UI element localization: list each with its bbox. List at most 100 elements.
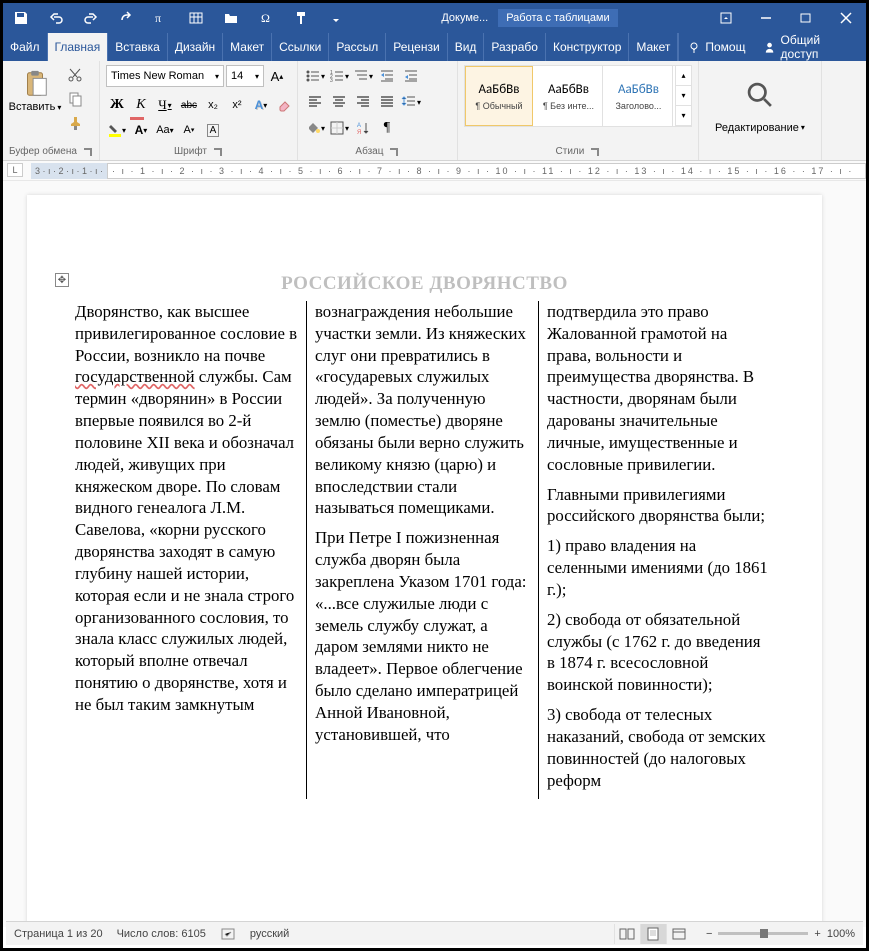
tab-design[interactable]: Дизайн (168, 33, 223, 61)
strike-button[interactable]: abc (178, 94, 200, 116)
launcher-icon[interactable] (389, 147, 399, 157)
italic-button[interactable]: К (130, 94, 152, 116)
align-right-button[interactable] (352, 91, 374, 113)
line-spacing-button[interactable]: ▾ (400, 91, 422, 113)
align-center-button[interactable] (328, 91, 350, 113)
tab-references[interactable]: Ссылки (272, 33, 329, 61)
tab-table-layout[interactable]: Макет (629, 33, 678, 61)
page-count[interactable]: Страница 1 из 20 (14, 928, 103, 940)
launcher-icon[interactable] (590, 147, 600, 157)
tab-table-design[interactable]: Конструктор (546, 33, 629, 61)
shrink-font-button[interactable]: A▾ (178, 119, 200, 141)
paste-button[interactable]: Вставить▾ (9, 65, 61, 117)
share-button[interactable]: Общий доступ (753, 33, 866, 61)
tab-insert[interactable]: Вставка (108, 33, 168, 61)
style-normal[interactable]: АаБбВв ¶ Обычный (465, 66, 533, 126)
launcher-icon[interactable] (83, 147, 93, 157)
redo2-button[interactable] (108, 3, 143, 33)
superscript-button[interactable]: x² (226, 94, 248, 116)
find-button[interactable] (745, 76, 775, 114)
dec-indent-button[interactable] (376, 65, 398, 87)
maximize-button[interactable] (786, 3, 826, 33)
style-no-spacing[interactable]: АаБбВв ¶ Без инте... (535, 66, 603, 126)
style-heading1[interactable]: АаБбВв Заголово... (605, 66, 673, 126)
inc-indent-button[interactable] (400, 65, 422, 87)
qat-more-button[interactable] (318, 3, 353, 33)
font-name-combo[interactable]: Times New Roman▾ (106, 65, 224, 87)
svg-text:π: π (155, 11, 161, 25)
cut-button[interactable] (65, 65, 85, 85)
text-effects-button[interactable]: A▾ (250, 94, 272, 116)
svg-text:3: 3 (330, 78, 333, 84)
zoom-out-button[interactable]: − (706, 928, 712, 940)
tab-selector[interactable]: L (7, 163, 23, 177)
print-layout-button[interactable] (640, 924, 666, 944)
format-brush-button[interactable] (283, 3, 318, 33)
highlight-button[interactable]: ▾ (106, 119, 128, 141)
symbol-button[interactable]: Ω (248, 3, 283, 33)
tab-layout[interactable]: Макет (223, 33, 272, 61)
equation-button[interactable]: π (143, 3, 178, 33)
page[interactable]: ✥ РОССИЙСКОЕ ДВОРЯНСТВО Дворянство, как … (27, 195, 822, 927)
subscript-button[interactable]: x₂ (202, 94, 224, 116)
styles-gallery[interactable]: АаБбВв ¶ Обычный АаБбВв ¶ Без инте... Аа… (464, 65, 692, 127)
zoom-in-button[interactable]: + (814, 928, 820, 940)
horizontal-ruler[interactable]: L 3 · ı · 2 · ı · 1 · ı · · ı · 1 · ı · … (3, 161, 866, 181)
bullets-button[interactable]: ▾ (304, 65, 326, 87)
minimize-button[interactable] (746, 3, 786, 33)
ribbon-options-button[interactable] (706, 3, 746, 33)
char-border-button[interactable]: A (202, 119, 224, 141)
word-count[interactable]: Число слов: 6105 (117, 928, 206, 940)
table-move-handle[interactable]: ✥ (55, 273, 69, 287)
launcher-icon[interactable] (213, 147, 223, 157)
change-case-button[interactable]: Aa▾ (154, 119, 176, 141)
zoom-slider[interactable] (718, 932, 808, 935)
clear-format-button[interactable] (274, 94, 296, 116)
font-size-combo[interactable]: 14▾ (226, 65, 264, 87)
tab-developer[interactable]: Разрабо (484, 33, 546, 61)
grow-font-button[interactable]: A▴ (266, 65, 288, 87)
tab-home[interactable]: Главная (48, 33, 109, 61)
styles-more-button[interactable]: ▴ ▾ ▾ (675, 66, 691, 126)
spelling-error[interactable]: государственной (75, 367, 195, 386)
copy-button[interactable] (65, 89, 85, 109)
language[interactable]: русский (250, 928, 289, 940)
redo-button[interactable] (73, 3, 108, 33)
spellcheck-icon[interactable] (220, 926, 236, 942)
document-area[interactable]: ✥ РОССИЙСКОЕ ДВОРЯНСТВО Дворянство, как … (3, 181, 866, 927)
zoom-level[interactable]: 100% (827, 928, 855, 940)
borders-button[interactable]: ▾ (328, 117, 350, 139)
table-tools-label: Работа с таблицами (498, 9, 617, 27)
scissors-icon (67, 67, 83, 83)
tab-mailings[interactable]: Рассыл (329, 33, 386, 61)
tab-view[interactable]: Вид (448, 33, 485, 61)
format-painter-button[interactable] (65, 113, 85, 133)
column-3[interactable]: подтвердила это право Жалованной грамото… (539, 301, 771, 799)
web-layout-button[interactable] (666, 924, 692, 944)
copy-icon (67, 91, 83, 107)
tab-file[interactable]: Файл (3, 33, 48, 61)
sort-button[interactable]: AЯ (352, 117, 374, 139)
close-button[interactable] (826, 3, 866, 33)
svg-text:A: A (357, 123, 361, 129)
zoom-control[interactable]: − + 100% (706, 928, 855, 940)
document-heading[interactable]: РОССИЙСКОЕ ДВОРЯНСТВО (75, 273, 774, 295)
column-2[interactable]: вознаграждения небольшие участки земли. … (307, 301, 539, 799)
bold-button[interactable]: Ж (106, 94, 128, 116)
shading-button[interactable]: ▾ (304, 117, 326, 139)
tell-me-search[interactable]: Помощ (678, 33, 753, 61)
save-button[interactable] (3, 3, 38, 33)
show-marks-button[interactable]: ¶ (376, 117, 398, 139)
undo-button[interactable] (38, 3, 73, 33)
underline-button[interactable]: Ч▾ (154, 94, 176, 116)
numbering-button[interactable]: 123▾ (328, 65, 350, 87)
column-1[interactable]: Дворянство, как высшее привилегированное… (75, 301, 307, 799)
align-left-button[interactable] (304, 91, 326, 113)
read-mode-button[interactable] (614, 924, 640, 944)
font-color-button[interactable]: A▾ (130, 119, 152, 141)
open-button[interactable] (213, 3, 248, 33)
justify-button[interactable] (376, 91, 398, 113)
table-button[interactable] (178, 3, 213, 33)
tab-review[interactable]: Рецензи (386, 33, 447, 61)
multilevel-button[interactable]: ▾ (352, 65, 374, 87)
